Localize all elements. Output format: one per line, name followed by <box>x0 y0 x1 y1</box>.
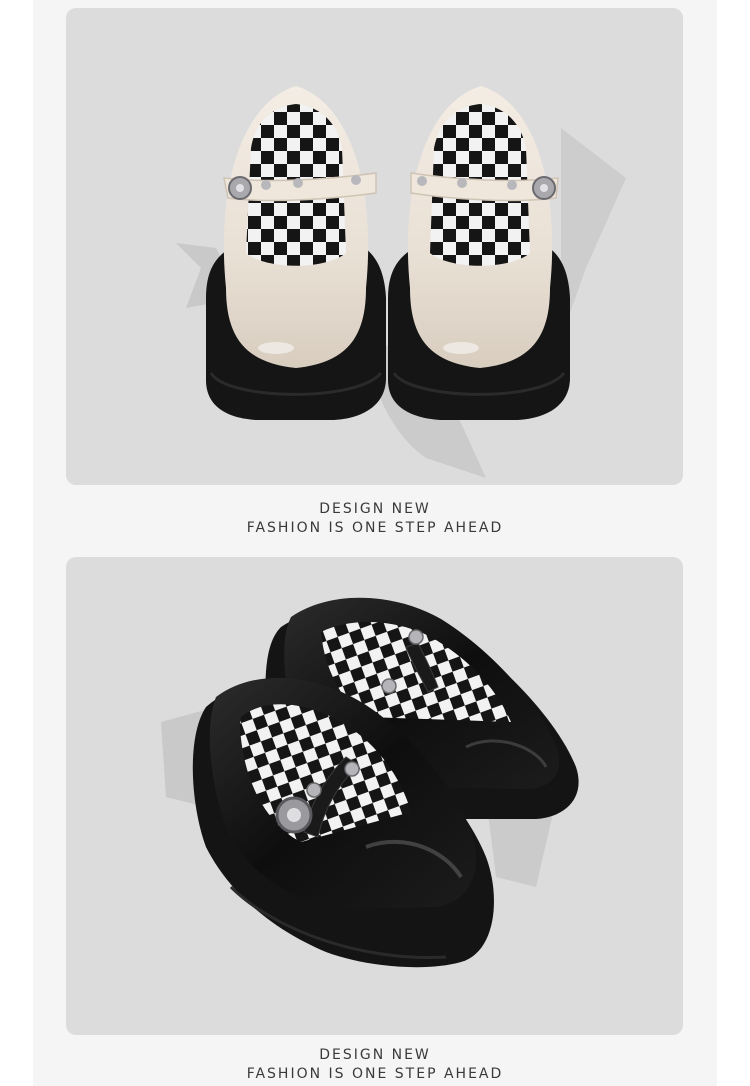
left-flower-buckle <box>228 176 252 200</box>
caption-1-line-1: DESIGN NEW <box>319 501 431 517</box>
right-flower-stud-2 <box>457 178 467 188</box>
product-photo-cream-shoes <box>66 8 683 485</box>
front-flower-stud-1 <box>344 761 360 777</box>
caption-2-line-2: FASHION IS ONE STEP AHEAD <box>246 1066 504 1082</box>
right-cream-shoe <box>388 86 570 420</box>
product-photo-black-shoes <box>66 557 683 1035</box>
left-flower-stud-3 <box>351 175 361 185</box>
front-flower-buckle <box>275 796 313 834</box>
black-shoes-illustration <box>161 597 579 968</box>
back-flower-stud-2 <box>381 678 397 694</box>
front-flower-stud-2 <box>306 782 322 798</box>
cream-shoes-illustration <box>176 86 626 478</box>
right-toe-highlight <box>443 342 479 354</box>
caption-2-line-1: DESIGN NEW <box>319 1047 431 1063</box>
caption-1: DESIGN NEW FASHION IS ONE STEP AHEAD <box>0 500 750 538</box>
right-flower-stud-1 <box>417 176 427 186</box>
caption-1-line-2: FASHION IS ONE STEP AHEAD <box>246 520 504 536</box>
left-toe-highlight <box>258 342 294 354</box>
shadow-right <box>561 128 626 338</box>
back-flower-stud-1 <box>408 629 424 645</box>
left-flower-stud-1 <box>261 180 271 190</box>
right-flower-buckle <box>532 176 556 200</box>
left-flower-stud-2 <box>293 178 303 188</box>
right-flower-stud-3 <box>507 180 517 190</box>
caption-2: DESIGN NEW FASHION IS ONE STEP AHEAD <box>0 1046 750 1084</box>
left-cream-shoe <box>206 86 386 420</box>
